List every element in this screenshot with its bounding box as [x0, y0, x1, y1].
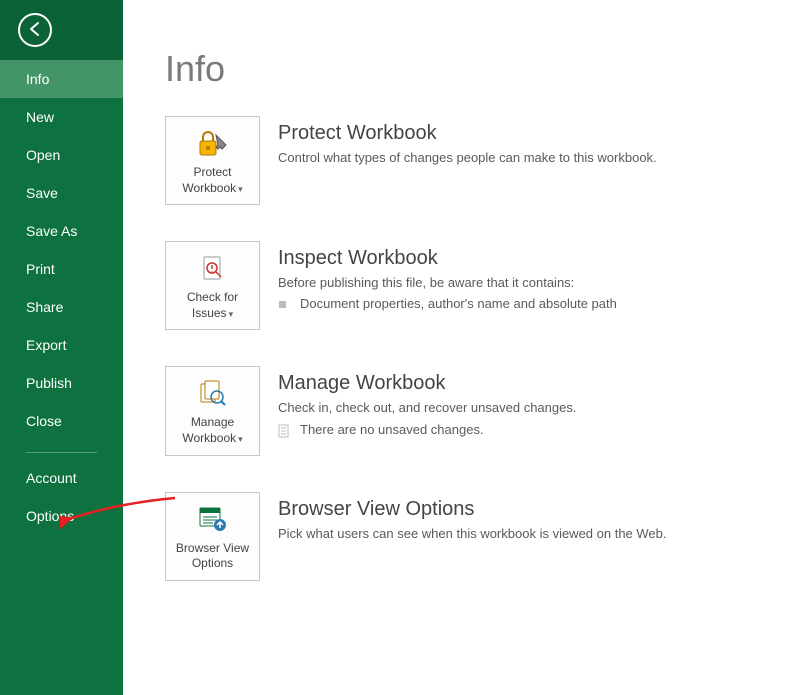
sidebar-item-info[interactable]: Info: [0, 60, 123, 98]
page-title: Info: [165, 0, 788, 116]
square-bullet-icon: [278, 298, 290, 310]
bullet-text: Document properties, author's name and a…: [300, 296, 617, 311]
sidebar-item-publish[interactable]: Publish: [0, 364, 123, 402]
sidebar-item-label: Info: [26, 71, 49, 87]
bullet-text: There are no unsaved changes.: [300, 422, 484, 437]
section-description: Check in, check out, and recover unsaved…: [278, 399, 576, 417]
button-label-line1: Protect: [193, 165, 231, 179]
back-button[interactable]: [18, 13, 52, 47]
browser-view-options-button[interactable]: Browser View Options: [165, 492, 260, 581]
section-heading: Protect Workbook: [278, 122, 657, 145]
section-description: Control what types of changes people can…: [278, 149, 657, 167]
dropdown-caret-icon: ▾: [238, 434, 243, 444]
button-label-line2: Workbook: [182, 181, 236, 195]
section-description: Before publishing this file, be aware th…: [278, 274, 617, 292]
sidebar-item-label: Options: [26, 508, 74, 524]
button-label-line2: Issues: [192, 306, 227, 320]
back-arrow-icon: [26, 21, 44, 40]
sidebar-item-label: Account: [26, 470, 77, 486]
section-description: Pick what users can see when this workbo…: [278, 525, 667, 543]
section-heading: Browser View Options: [278, 498, 667, 521]
browser-view-icon: [196, 503, 230, 537]
dropdown-caret-icon: ▾: [229, 309, 234, 319]
backstage-sidebar: Info New Open Save Save As Print Share E…: [0, 0, 123, 695]
sidebar-item-save[interactable]: Save: [0, 174, 123, 212]
lock-key-icon: [196, 127, 230, 161]
sidebar-item-save-as[interactable]: Save As: [0, 212, 123, 250]
sidebar-header: [0, 0, 123, 60]
button-label-line1: Browser View: [176, 541, 249, 555]
section-heading: Inspect Workbook: [278, 247, 617, 270]
section-heading: Manage Workbook: [278, 372, 576, 395]
manage-document-icon: [196, 377, 230, 411]
inspect-document-icon: [196, 252, 230, 286]
sidebar-item-label: Close: [26, 413, 62, 429]
sidebar-item-label: Open: [26, 147, 60, 163]
sidebar-item-new[interactable]: New: [0, 98, 123, 136]
manage-workbook-button[interactable]: Manage Workbook▾: [165, 366, 260, 455]
button-label-line2: Workbook: [182, 431, 236, 445]
button-label-line1: Manage: [191, 415, 234, 429]
sidebar-item-share[interactable]: Share: [0, 288, 123, 326]
sidebar-item-label: Print: [26, 261, 55, 277]
manage-bullet: There are no unsaved changes.: [278, 422, 576, 437]
sidebar-item-close[interactable]: Close: [0, 402, 123, 440]
check-for-issues-button[interactable]: Check for Issues▾: [165, 241, 260, 330]
sidebar-item-label: Save As: [26, 223, 77, 239]
sidebar-item-open[interactable]: Open: [0, 136, 123, 174]
inspect-bullet: Document properties, author's name and a…: [278, 296, 617, 311]
document-small-icon: [278, 424, 290, 436]
sidebar-item-label: Publish: [26, 375, 72, 391]
protect-workbook-button[interactable]: Protect Workbook▾: [165, 116, 260, 205]
button-label-line2: Options: [192, 556, 233, 570]
sidebar-item-account[interactable]: Account: [0, 459, 123, 497]
sidebar-item-label: Export: [26, 337, 66, 353]
sidebar-item-options[interactable]: Options: [0, 497, 123, 535]
section-inspect-workbook: Check for Issues▾ Inspect Workbook Befor…: [165, 241, 788, 330]
sidebar-item-label: Share: [26, 299, 63, 315]
sidebar-divider: [26, 452, 97, 453]
sidebar-item-label: New: [26, 109, 54, 125]
sidebar-item-label: Save: [26, 185, 58, 201]
section-protect-workbook: Protect Workbook▾ Protect Workbook Contr…: [165, 116, 788, 205]
sidebar-item-print[interactable]: Print: [0, 250, 123, 288]
info-panel: Info Protect Workbook▾ Protect Workbook …: [123, 0, 788, 695]
dropdown-caret-icon: ▾: [238, 184, 243, 194]
section-browser-view-options: Browser View Options Browser View Option…: [165, 492, 788, 581]
sidebar-item-export[interactable]: Export: [0, 326, 123, 364]
section-manage-workbook: Manage Workbook▾ Manage Workbook Check i…: [165, 366, 788, 455]
button-label-line1: Check for: [187, 290, 238, 304]
